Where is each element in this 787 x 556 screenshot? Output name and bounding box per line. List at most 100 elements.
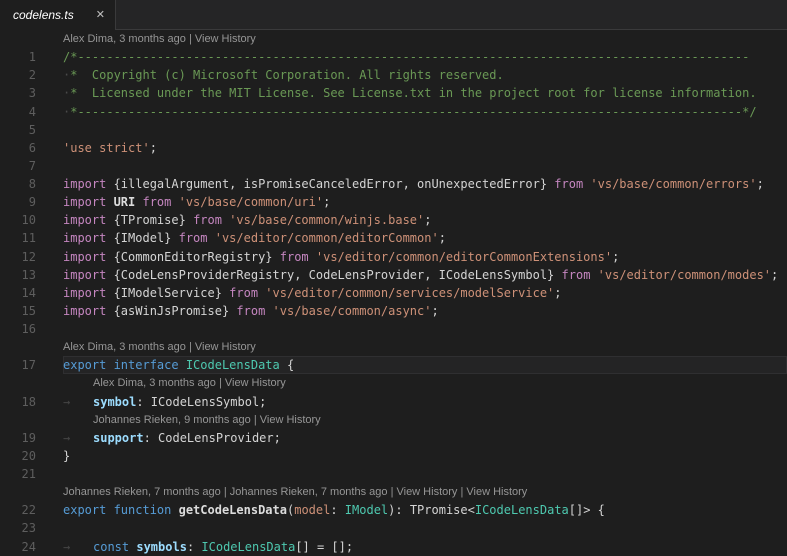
token-str: 'use strict' — [63, 141, 150, 155]
code-text: →const symbols: ICodeLensData[] = []; — [63, 540, 353, 554]
token-plain: ; — [554, 286, 561, 300]
codelens-content: Johannes Rieken, 9 months ago | View His… — [63, 411, 787, 429]
code-line-content[interactable]: import {TPromise} from 'vs/base/common/w… — [63, 211, 787, 229]
codelens-link[interactable]: Johannes Rieken, 9 months ago | View His… — [93, 414, 321, 426]
code-line-content[interactable]: export interface ICodeLensData { — [63, 356, 787, 374]
token-plain: {IModelService} — [114, 286, 230, 300]
token-param: model — [294, 503, 330, 517]
line-number[interactable]: 23 — [0, 521, 63, 535]
codelens-row: Johannes Rieken, 9 months ago | View His… — [0, 411, 787, 429]
token-ctrl: from — [554, 177, 590, 191]
line-number[interactable]: 5 — [0, 123, 63, 137]
line-number[interactable]: 8 — [0, 177, 63, 191]
code-text: import {IModel} from 'vs/editor/common/e… — [63, 231, 446, 245]
token-str: 'vs/editor/common/modes' — [598, 268, 771, 282]
code-line-content[interactable]: →symbol: ICodeLensSymbol; — [63, 393, 787, 411]
line-number[interactable]: 20 — [0, 449, 63, 463]
line-number[interactable]: 13 — [0, 268, 63, 282]
code-line-content[interactable]: import {IModelService} from 'vs/editor/c… — [63, 284, 787, 302]
code-line-content[interactable] — [63, 121, 787, 139]
token-ctrl: import — [63, 213, 114, 227]
code-line-content[interactable] — [63, 519, 787, 537]
code-line-content[interactable]: ·* Copyright (c) Microsoft Corporation. … — [63, 66, 787, 84]
line-number[interactable]: 9 — [0, 195, 63, 209]
code-line-content[interactable]: ·*--------------------------------------… — [63, 103, 787, 121]
code-line-content[interactable] — [63, 320, 787, 338]
code-line-content[interactable]: import {asWinJsPromise} from 'vs/base/co… — [63, 302, 787, 320]
codelens-link[interactable]: Alex Dima, 3 months ago | View History — [63, 341, 256, 353]
code-line-content[interactable] — [63, 465, 787, 483]
code-line-content[interactable]: /*--------------------------------------… — [63, 48, 787, 66]
code-editor[interactable]: Alex Dima, 3 months ago | View History1/… — [0, 30, 787, 556]
code-text: export function getCodeLensData(model: I… — [63, 503, 605, 517]
code-text: } — [63, 449, 70, 463]
code-text: 'use strict'; — [63, 141, 157, 155]
code-line-content[interactable]: ·* Licensed under the MIT License. See L… — [63, 84, 787, 102]
code-line-content[interactable]: import {CodeLensProviderRegistry, CodeLe… — [63, 266, 787, 284]
codelens-link[interactable]: Alex Dima, 3 months ago | View History — [63, 33, 256, 45]
code-row: 18→symbol: ICodeLensSymbol; — [0, 393, 787, 411]
line-number[interactable]: 11 — [0, 231, 63, 245]
code-line-content[interactable]: export function getCodeLensData(model: I… — [63, 501, 787, 519]
token-plain: {asWinJsPromise} — [114, 304, 237, 318]
close-icon[interactable]: ✕ — [96, 10, 105, 21]
line-number[interactable]: 2 — [0, 68, 63, 82]
line-number[interactable]: 10 — [0, 213, 63, 227]
token-plain: ; — [612, 250, 619, 264]
code-line-content[interactable] — [63, 157, 787, 175]
codelens-content: Alex Dima, 3 months ago | View History — [63, 374, 787, 392]
token-plain: : — [187, 540, 201, 554]
code-line-content[interactable]: import URI from 'vs/base/common/uri'; — [63, 193, 787, 211]
line-number[interactable]: 14 — [0, 286, 63, 300]
code-text: import {CommonEditorRegistry} from 'vs/e… — [63, 250, 619, 264]
token-plain: []> { — [569, 503, 605, 517]
code-text: /*--------------------------------------… — [63, 50, 749, 64]
code-row: 12import {CommonEditorRegistry} from 'vs… — [0, 248, 787, 266]
code-line-content[interactable]: import {CommonEditorRegistry} from 'vs/e… — [63, 248, 787, 266]
code-row: 13import {CodeLensProviderRegistry, Code… — [0, 266, 787, 284]
code-row: 23 — [0, 519, 787, 537]
line-number[interactable]: 21 — [0, 467, 63, 481]
token-str: 'vs/base/common/winjs.base' — [229, 213, 424, 227]
code-row: 22export function getCodeLensData(model:… — [0, 501, 787, 519]
token-comment: /*--------------------------------------… — [63, 50, 749, 64]
line-number[interactable]: 18 — [0, 395, 63, 409]
line-number[interactable]: 17 — [0, 358, 63, 372]
token-type: ICodeLensData — [475, 503, 569, 517]
code-line-content[interactable]: 'use strict'; — [63, 139, 787, 157]
tab-codelens[interactable]: codelens.ts ✕ — [0, 0, 115, 30]
tab-whitespace-arrow-icon: → — [63, 431, 93, 445]
code-line-content[interactable]: } — [63, 447, 787, 465]
code-line-content[interactable]: import {IModel} from 'vs/editor/common/e… — [63, 229, 787, 247]
token-plain: [] = []; — [295, 540, 353, 554]
line-number[interactable]: 1 — [0, 50, 63, 64]
code-text: ·* Copyright (c) Microsoft Corporation. … — [63, 68, 504, 82]
codelens-link[interactable]: Alex Dima, 3 months ago | View History — [93, 377, 286, 389]
codelens-link[interactable]: Johannes Rieken, 7 months ago | Johannes… — [63, 486, 527, 498]
token-plain: ; — [150, 141, 157, 155]
line-number[interactable]: 24 — [0, 540, 63, 554]
token-str: 'vs/editor/common/editorCommon' — [215, 231, 439, 245]
line-number[interactable]: 15 — [0, 304, 63, 318]
line-number[interactable]: 22 — [0, 503, 63, 517]
line-number[interactable]: 12 — [0, 250, 63, 264]
token-prop: symbols — [136, 540, 187, 554]
line-number[interactable]: 16 — [0, 322, 63, 336]
line-number[interactable]: 7 — [0, 159, 63, 173]
line-number[interactable]: 3 — [0, 86, 63, 100]
code-line-content[interactable]: import {illegalArgument, isPromiseCancel… — [63, 175, 787, 193]
code-text: import {IModelService} from 'vs/editor/c… — [63, 286, 562, 300]
line-number[interactable]: 4 — [0, 105, 63, 119]
token-plain: ; — [431, 304, 438, 318]
line-number[interactable]: 19 — [0, 431, 63, 445]
token-str: 'vs/base/common/async' — [273, 304, 432, 318]
code-row: 20} — [0, 447, 787, 465]
code-line-content[interactable]: →const symbols: ICodeLensData[] = []; — [63, 538, 787, 556]
line-number[interactable]: 6 — [0, 141, 63, 155]
code-row: 14import {IModelService} from 'vs/editor… — [0, 284, 787, 302]
token-plain: {IModel} — [114, 231, 179, 245]
code-row: 2·* Copyright (c) Microsoft Corporation.… — [0, 66, 787, 84]
token-fn: getCodeLensData — [179, 503, 287, 517]
code-line-content[interactable]: →support: CodeLensProvider; — [63, 429, 787, 447]
codelens-row: Johannes Rieken, 7 months ago | Johannes… — [0, 483, 787, 501]
